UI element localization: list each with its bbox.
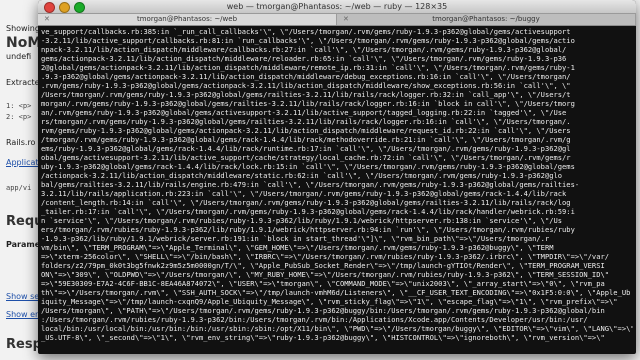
showing-label: Showing [6,24,40,33]
terminal-line: ers/tmorgan/.rvm/rubies/ruby-1.9.3-p362/… [41,225,575,234]
terminal-line: /Users/tmorgan/.rvm/gems/ruby-1.9.3-p362… [41,90,571,99]
terminal-line: rs/tmorgan/.rvm/gems/ruby-1.9.3-p362@glo… [41,117,571,126]
source-line-2: 2: <p> [6,113,32,121]
source-line-1: 1: <p> [6,102,32,110]
terminal-line: /tmorgan/.rvm/gems/ruby-1.9.3-p362@globa… [41,135,571,144]
terminal-line: ems/ruby-1.9.3-p362@global/gems/rack-1.4… [41,144,571,153]
tab-label: tmorgan@Phantasos: ~/buggy [432,15,540,23]
terminal-line: local/bin:/usr/local/bin:/usr/bin:/bin:/… [41,324,633,333]
terminal-line: n `service'\", \"/Users/tmorgan/.rvm/rub… [41,216,563,225]
close-tab-icon[interactable]: ✕ [44,14,50,25]
terminal-line: vm/bin\", \"TERM_PROGRAM\"=>\"Apple_Term… [41,243,554,252]
terminal-line: 2@global/gems/actionpack-3.2.11/lib/acti… [41,63,575,72]
undefined-method-line: undefi [6,52,32,61]
tab-label: tmorgan@Phantasos: ~/web [136,15,238,23]
terminal-line: an/.rvm/gems/ruby-1.9.3-p362@global/gems… [41,108,567,117]
terminal-line: /actionpack-3.2.11/lib/action_dispatch/m… [41,171,563,180]
terminal-line: folders/z2/79pm_0k0t3bg5fnwk2z9m5z5m0000… [41,261,605,270]
terminal-line: _tailer.rb:17:in `call'\", \"/Users/tmor… [41,207,575,216]
terminal-line: obal/gems/activesupport-3.2.11/lib/activ… [41,153,571,162]
terminal-line: =>\"59E30309-E7A2-4C6F-BB1C-8EA46A874072… [41,279,605,288]
error-title: NoM [6,35,42,51]
app-view-path: app/vi [6,184,32,192]
tab-buggy[interactable]: ✕ tmorgan@Phantasos: ~/buggy [337,14,636,25]
tab-web[interactable]: ✕ tmorgan@Phantasos: ~/web [38,14,337,25]
close-tab-icon[interactable]: ✕ [343,14,349,25]
terminal-line: morgan/.rvm/gems/ruby-1.9.3-p362@global/… [41,99,575,108]
terminal-line: .9.3-p362@global/gems/actionpack-3.2.11/… [41,72,571,81]
terminal-line: :/Users/tmorgan/.rvm/rubies/ruby-1.9.3-p… [41,315,588,324]
terminal-line: _US.UTF-8\", \"_second\"=>\"1\", \"rvm_e… [41,333,605,342]
terminal-line: iquity_Message\"=>\"/tmp/launch-cxqnQ9/A… [41,297,618,306]
terminal-window[interactable]: web — tmorgan@Phantasos: ~/web — ruby — … [38,0,636,354]
terminal-line: /Users/tmorgan\", \"PATH\"=>\"/Users/tmo… [41,306,605,315]
rails-root-label: Rails.ro [6,138,36,147]
window-title: web — tmorgan@Phantasos: ~/web — ruby — … [226,2,448,11]
terminal-output[interactable]: ve_support/callbacks.rb:385:in `_run_cal… [41,27,633,349]
terminal-line: =>\"xterm-256color\", \"SHELL\"=>\"/bin/… [41,252,610,261]
terminal-line: npack-3.2.11/lib/action_dispatch/middlew… [41,45,567,54]
terminal-line: -1.9.3-p362/lib/ruby/1.9.1/webrick/serve… [41,234,550,243]
terminal-line: gems/actionpack-3.2.11/lib/action_dispat… [41,54,567,63]
terminal-line: th\"=>\"/Users/tmorgan/.rvm\", \"SSH_AUT… [41,288,631,297]
terminal-line: /content_length.rb:14:in `call'\", \"/Us… [41,198,571,207]
terminal-tab-bar: ✕ tmorgan@Phantasos: ~/web ✕ tmorgan@Pha… [38,14,636,26]
terminal-line: ve_support/callbacks.rb:385:in `_run_cal… [41,27,571,36]
terminal-line: rvm/gems/ruby-1.9.3-p362@global/gems/act… [41,126,571,135]
terminal-line: ON\"=>\"309\", \"OLDPWD\"=>\"/Users/tmor… [41,270,610,279]
terminal-line: uby-1.9.3-p362@global/gems/rack-1.4.4/li… [41,162,575,171]
terminal-titlebar[interactable]: web — tmorgan@Phantasos: ~/web — ruby — … [38,0,636,14]
terminal-line: bal/gems/railties-3.2.11/lib/rails/engin… [41,180,580,189]
terminal-line: 3.2.11/lib/rails/application.rb:223:in `… [41,189,567,198]
terminal-line: .rvm/gems/ruby-1.9.3-p362@global/gems/ac… [41,81,571,90]
terminal-line: -3.2.11/lib/active_support/callbacks.rb:… [41,36,575,45]
